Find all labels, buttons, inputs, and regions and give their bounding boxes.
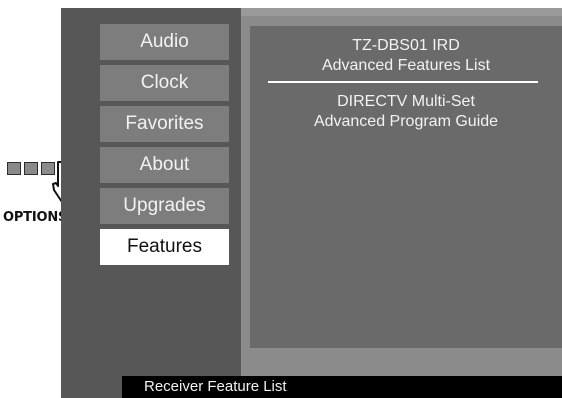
menu-item-upgrades[interactable]: Upgrades: [100, 188, 229, 224]
menu-sidebar: Audio Clock Favorites About Upgrades Fea…: [61, 8, 241, 398]
menu-item-clock[interactable]: Clock: [100, 65, 229, 101]
options-label: OPTIONS: [3, 210, 68, 225]
remote-button-icon: [7, 162, 21, 175]
panel-divider: [268, 81, 538, 83]
menu-item-favorites[interactable]: Favorites: [100, 106, 229, 142]
menu-item-features[interactable]: Features: [100, 229, 229, 265]
remote-button-icon: [24, 162, 38, 175]
panel-title-model: TZ-DBS01 IRD: [352, 37, 460, 54]
tv-screen: Audio Clock Favorites About Upgrades Fea…: [61, 8, 562, 398]
menu-item-about[interactable]: About: [100, 147, 229, 183]
menu-item-audio[interactable]: Audio: [100, 24, 229, 60]
options-menu: Audio Clock Favorites About Upgrades Fea…: [100, 24, 229, 270]
feature-item[interactable]: Advanced Program Guide: [250, 113, 562, 131]
status-bar: Receiver Feature List: [122, 376, 562, 398]
frame-top-strip: [241, 8, 562, 16]
features-panel: TZ-DBS01 IRD Advanced Features List DIRE…: [250, 26, 562, 348]
panel-title-list: Advanced Features List: [321, 57, 491, 74]
feature-item[interactable]: DIRECTV Multi-Set: [250, 93, 562, 111]
